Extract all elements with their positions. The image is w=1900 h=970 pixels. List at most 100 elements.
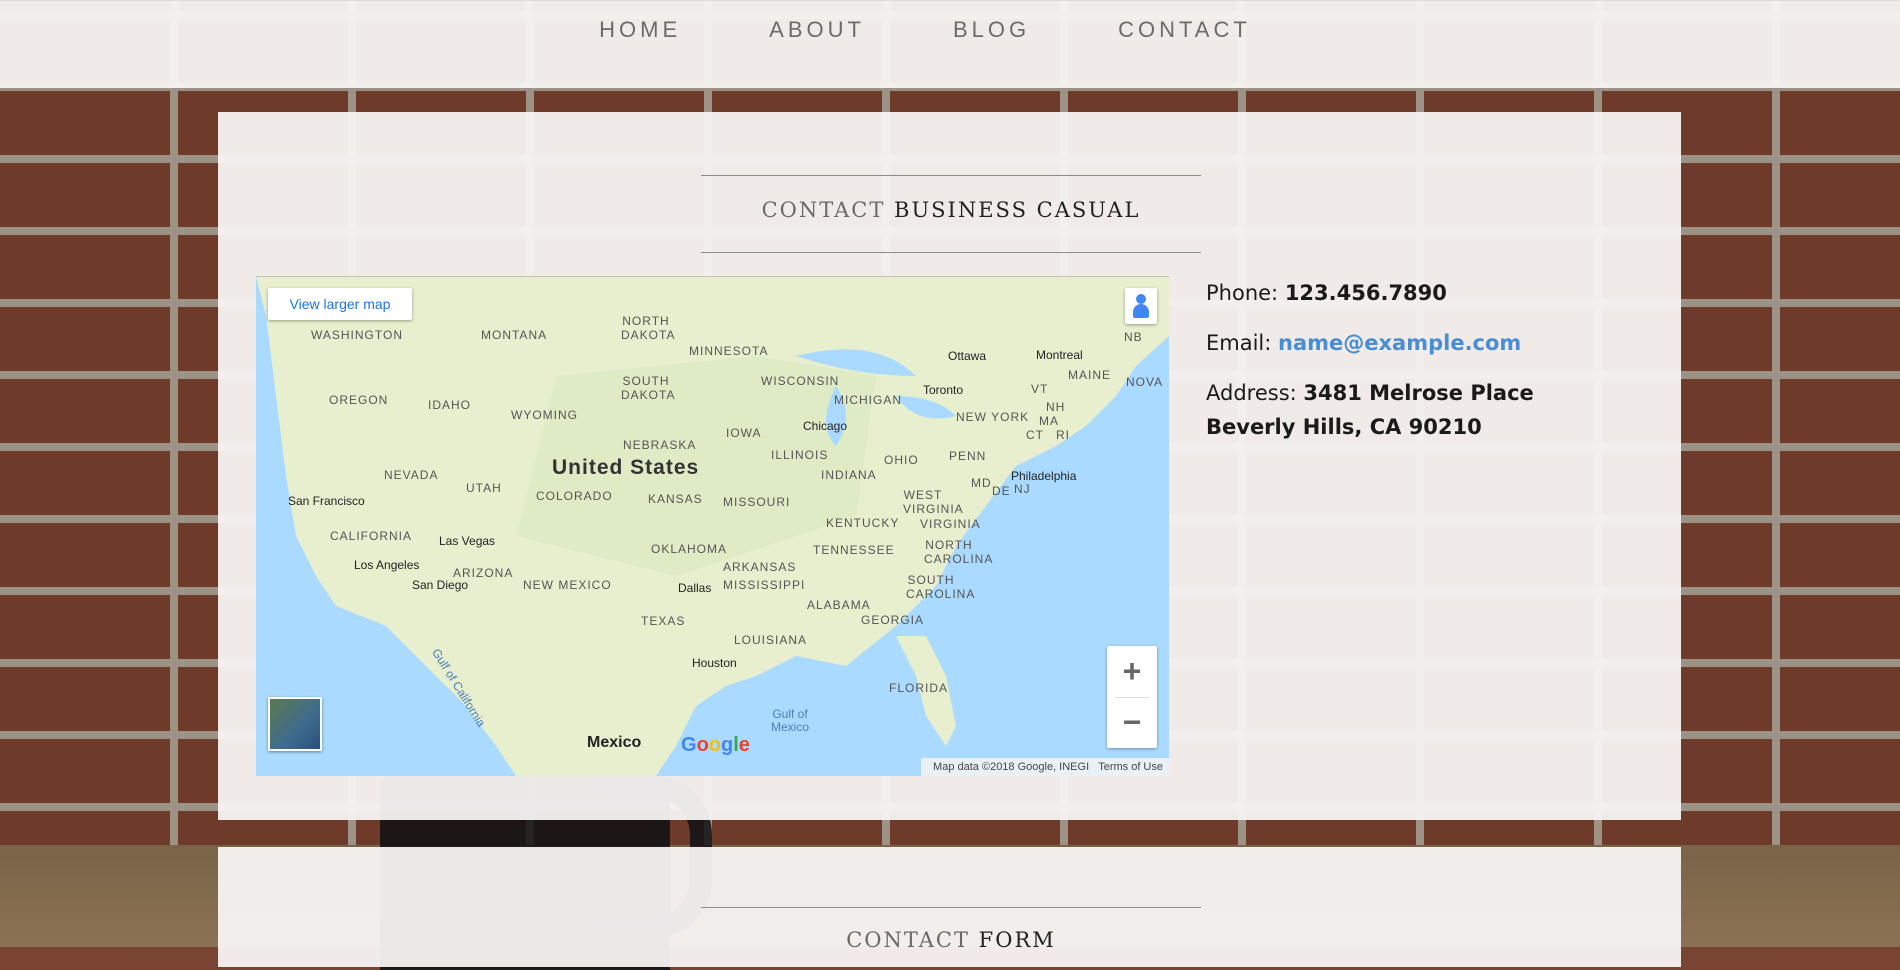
- address-label: Address:: [1206, 381, 1304, 405]
- map-state-label: NEW YORK: [956, 410, 1030, 424]
- section-heading: CONTACT FORM: [701, 907, 1201, 952]
- address-line: Address: 3481 Melrose Place Beverly Hill…: [1206, 376, 1646, 444]
- map-data-credit: Map data ©2018 Google, INEGI: [933, 761, 1090, 773]
- map-state-label: SOUTH CAROLINA: [906, 573, 976, 601]
- map-state-label: NORTH CAROLINA: [924, 538, 994, 566]
- map-state-label: CT: [1026, 428, 1044, 442]
- map-state-label: WISCONSIN: [761, 374, 840, 388]
- section-title-bold: FORM: [978, 928, 1056, 952]
- street-view-pegman-icon[interactable]: [1125, 288, 1157, 324]
- map-state-label: NEW MEXICO: [523, 578, 612, 592]
- map-state-label: MAINE: [1068, 368, 1112, 382]
- zoom-out-button[interactable]: −: [1107, 697, 1157, 748]
- top-navigation: HOME ABOUT BLOG CONTACT: [0, 0, 1900, 88]
- contact-panel: CONTACT BUSINESS CASUAL WASHINGTON MONTA…: [218, 112, 1681, 820]
- map-state-label: OKLAHOMA: [651, 542, 728, 556]
- map-state-label: VIRGINIA: [920, 517, 981, 531]
- satellite-view-toggle[interactable]: [268, 697, 322, 751]
- zoom-in-button[interactable]: +: [1107, 646, 1157, 697]
- map-state-label: KENTUCKY: [826, 516, 900, 530]
- view-larger-map-button[interactable]: View larger map: [268, 288, 412, 320]
- map-state-label: NJ: [1014, 482, 1031, 496]
- map-state-label: NEBRASKA: [623, 438, 697, 452]
- map-city-label: Ottawa: [948, 349, 987, 363]
- map-water-label: Gulf of Mexico: [771, 707, 810, 734]
- map-city-label: San Diego: [412, 578, 469, 592]
- section-title-light: CONTACT: [846, 928, 970, 952]
- map-state-label: NEVADA: [384, 468, 439, 482]
- map-state-label: WEST VIRGINIA: [903, 488, 964, 516]
- map-state-label: DE: [992, 484, 1011, 498]
- address-street: 3481 Melrose Place: [1303, 381, 1534, 405]
- google-map-embed[interactable]: WASHINGTON MONTANA NORTH DAKOTA MINNESOT…: [256, 276, 1169, 776]
- map-state-label: CALIFORNIA: [330, 529, 413, 543]
- map-state-label: MISSOURI: [723, 495, 791, 509]
- map-state-label: TEXAS: [641, 614, 686, 628]
- map-state-label: FLORIDA: [889, 681, 949, 695]
- map-state-label: RI: [1056, 428, 1070, 442]
- map-state-label: MICHIGAN: [834, 393, 902, 407]
- map-state-label: ARKANSAS: [723, 560, 797, 574]
- map-city-label: Toronto: [923, 383, 964, 397]
- map-state-label: NH: [1046, 400, 1066, 414]
- map-city-label: Houston: [692, 656, 737, 670]
- map-state-label: MISSISSIPPI: [723, 578, 806, 592]
- map-state-label: LOUISIANA: [734, 633, 808, 647]
- phone-label: Phone:: [1206, 281, 1285, 305]
- nav-item-about[interactable]: ABOUT: [725, 1, 909, 43]
- nav-item-contact[interactable]: CONTACT: [1074, 1, 1295, 43]
- map-country-label: United States: [552, 456, 700, 479]
- map-state-label: IOWA: [726, 426, 762, 440]
- map-state-label: NORTH DAKOTA: [621, 314, 676, 342]
- google-logo: Google: [681, 734, 750, 756]
- map-state-label: WASHINGTON: [311, 328, 404, 342]
- phone-line: Phone: 123.456.7890: [1206, 276, 1646, 310]
- phone-number: 123.456.7890: [1284, 281, 1447, 305]
- map-state-label: NOVA: [1126, 375, 1164, 389]
- section-heading: CONTACT BUSINESS CASUAL: [701, 175, 1201, 253]
- map-city-label: Dallas: [678, 581, 712, 595]
- map-state-label: SOUTH DAKOTA: [621, 374, 676, 402]
- map-state-label: OHIO: [884, 453, 919, 467]
- map-state-label: MONTANA: [481, 328, 548, 342]
- contact-form-panel: CONTACT FORM: [218, 847, 1681, 967]
- map-state-label: ALABAMA: [807, 598, 871, 612]
- email-link[interactable]: name@example.com: [1278, 331, 1521, 355]
- map-attribution: Map data ©2018 Google, INEGI Terms of Us…: [921, 758, 1169, 776]
- map-city-label: Montreal: [1036, 348, 1083, 362]
- map-state-label: MD: [971, 476, 992, 490]
- terms-of-use-link[interactable]: Terms of Use: [1098, 761, 1163, 773]
- map-state-label: KANSAS: [648, 492, 703, 506]
- address-city: Beverly Hills, CA 90210: [1206, 415, 1482, 439]
- section-title: CONTACT FORM: [701, 928, 1201, 952]
- map-zoom-control: + −: [1107, 646, 1157, 748]
- map-city-label: Philadelphia: [1011, 469, 1077, 483]
- map-neighbor-country-label: Mexico: [587, 734, 642, 751]
- map-state-label: PENN: [949, 449, 987, 463]
- map-city-label: Los Angeles: [354, 558, 420, 572]
- nav-item-blog[interactable]: BLOG: [909, 1, 1074, 43]
- contact-info: Phone: 123.456.7890 Email: name@example.…: [1206, 276, 1646, 460]
- map-state-label: IDAHO: [428, 398, 472, 412]
- map-state-label: TENNESSEE: [813, 543, 895, 557]
- email-label: Email:: [1206, 331, 1279, 355]
- map-state-label: MA: [1039, 414, 1059, 428]
- email-line: Email: name@example.com: [1206, 326, 1646, 360]
- nav-list: HOME ABOUT BLOG CONTACT: [555, 1, 1295, 43]
- map-state-label: COLORADO: [536, 489, 613, 503]
- map-state-label: UTAH: [466, 481, 502, 495]
- nav-item-home[interactable]: HOME: [555, 1, 725, 43]
- map-state-label: MINNESOTA: [689, 344, 769, 358]
- map-state-label: NB: [1124, 330, 1143, 344]
- map-state-label: INDIANA: [821, 468, 877, 482]
- map-city-label: San Francisco: [288, 494, 365, 508]
- section-title: CONTACT BUSINESS CASUAL: [701, 198, 1201, 222]
- map-state-label: VT: [1031, 382, 1049, 396]
- map-city-label: Las Vegas: [439, 534, 496, 548]
- section-title-light: CONTACT: [761, 198, 886, 222]
- map-state-label: GEORGIA: [861, 613, 925, 627]
- map-state-label: WYOMING: [511, 408, 578, 422]
- map-city-label: Chicago: [803, 419, 848, 433]
- map-state-label: OREGON: [329, 393, 389, 407]
- section-title-bold: BUSINESS CASUAL: [894, 198, 1141, 222]
